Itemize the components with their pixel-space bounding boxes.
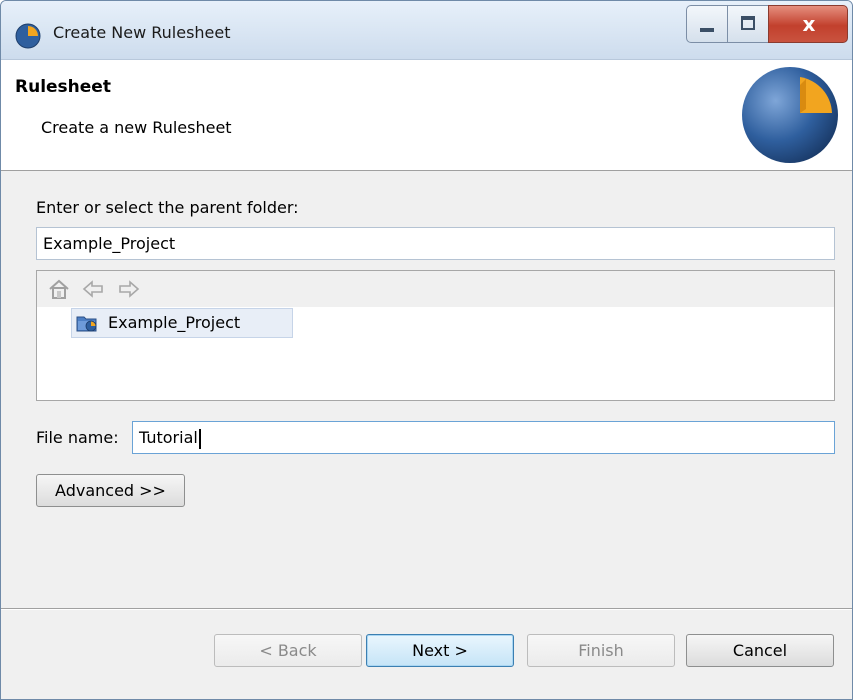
home-icon[interactable]: [47, 277, 71, 301]
rulesheet-logo-icon: [742, 67, 838, 163]
footer-separator: [1, 608, 852, 610]
tree-item-example-project[interactable]: Example_Project: [71, 308, 293, 338]
app-logo-icon: [15, 23, 41, 49]
text-cursor: [198, 428, 201, 449]
dialog-window: Create New Rulesheet x Rulesheet Create …: [0, 0, 853, 700]
tree-toolbar: [37, 271, 834, 307]
file-name-input[interactable]: Tutorial: [132, 421, 835, 454]
file-name-label: File name:: [36, 428, 119, 447]
cancel-button[interactable]: Cancel: [686, 634, 834, 667]
forward-arrow-icon[interactable]: [117, 277, 141, 301]
tree-item-label: Example_Project: [108, 313, 241, 332]
minimize-icon: [700, 28, 714, 32]
window-title: Create New Rulesheet: [53, 23, 231, 42]
minimize-button[interactable]: [686, 5, 728, 43]
file-name-value: Tutorial: [139, 428, 198, 447]
parent-folder-input[interactable]: Example_Project: [36, 227, 835, 260]
wizard-body: Enter or select the parent folder: Examp…: [1, 171, 852, 609]
advanced-button[interactable]: Advanced >>: [36, 474, 185, 507]
maximize-button[interactable]: [727, 5, 769, 43]
title-bar[interactable]: Create New Rulesheet x: [1, 1, 852, 60]
back-arrow-icon[interactable]: [81, 277, 105, 301]
close-button[interactable]: x: [768, 5, 848, 43]
folder-tree[interactable]: Example_Project: [36, 270, 835, 401]
banner-subtitle: Create a new Rulesheet: [41, 118, 232, 137]
next-button[interactable]: Next >: [366, 634, 514, 667]
maximize-icon: [741, 16, 755, 30]
parent-folder-label: Enter or select the parent folder:: [36, 198, 299, 217]
back-button[interactable]: < Back: [214, 634, 362, 667]
wizard-banner: Rulesheet Create a new Rulesheet: [1, 60, 852, 171]
project-folder-icon: [76, 316, 97, 332]
finish-button[interactable]: Finish: [527, 634, 675, 667]
close-icon: x: [802, 12, 816, 36]
banner-title: Rulesheet: [15, 77, 111, 97]
